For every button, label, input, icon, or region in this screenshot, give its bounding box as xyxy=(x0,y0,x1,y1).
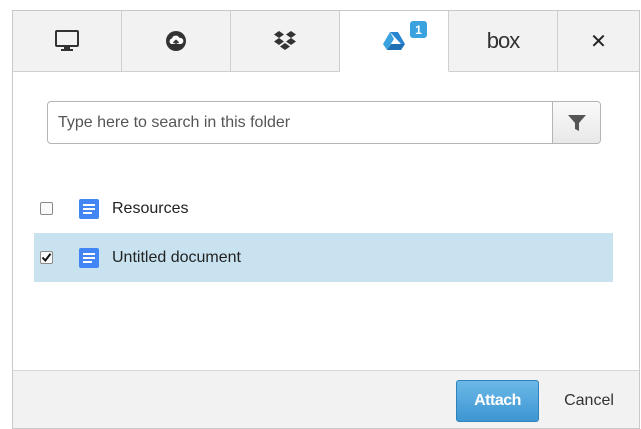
google-doc-icon xyxy=(79,247,99,268)
dropbox-icon xyxy=(274,31,296,50)
checkmark-icon xyxy=(41,253,52,263)
tab-cloud-upload[interactable] xyxy=(122,11,231,71)
google-doc-icon xyxy=(79,198,99,219)
box-logo: box xyxy=(486,28,520,53)
tab-box[interactable]: box xyxy=(449,11,558,71)
file-name: Untitled document xyxy=(112,248,241,266)
notification-badge: 1 xyxy=(410,21,427,38)
source-tab-bar: 1 box ✕ xyxy=(13,11,639,72)
tab-google-drive[interactable]: 1 xyxy=(340,11,449,72)
file-row-untitled-document[interactable]: Untitled document xyxy=(34,233,613,282)
computer-monitor-icon xyxy=(55,30,79,51)
tab-my-computer[interactable] xyxy=(13,11,122,71)
dialog-footer: Attach Cancel xyxy=(13,370,639,428)
attach-file-dialog: 1 box ✕ Resources xyxy=(12,10,640,429)
search-input[interactable] xyxy=(48,102,552,143)
attach-button[interactable]: Attach xyxy=(456,380,539,422)
close-button[interactable]: ✕ xyxy=(558,11,639,71)
file-checkbox[interactable] xyxy=(40,202,53,215)
google-drive-icon xyxy=(383,32,405,50)
folder-search-box xyxy=(47,101,601,144)
filter-funnel-icon xyxy=(567,114,586,131)
file-list: Resources Untitled document xyxy=(34,184,613,282)
filter-button[interactable] xyxy=(552,102,600,143)
file-name: Resources xyxy=(112,199,189,217)
cancel-button[interactable]: Cancel xyxy=(549,380,629,422)
tab-dropbox[interactable] xyxy=(231,11,340,71)
cloud-upload-icon xyxy=(166,31,186,51)
file-checkbox-checked[interactable] xyxy=(40,251,53,264)
file-row-resources[interactable]: Resources xyxy=(34,184,613,233)
close-icon: ✕ xyxy=(590,30,607,53)
